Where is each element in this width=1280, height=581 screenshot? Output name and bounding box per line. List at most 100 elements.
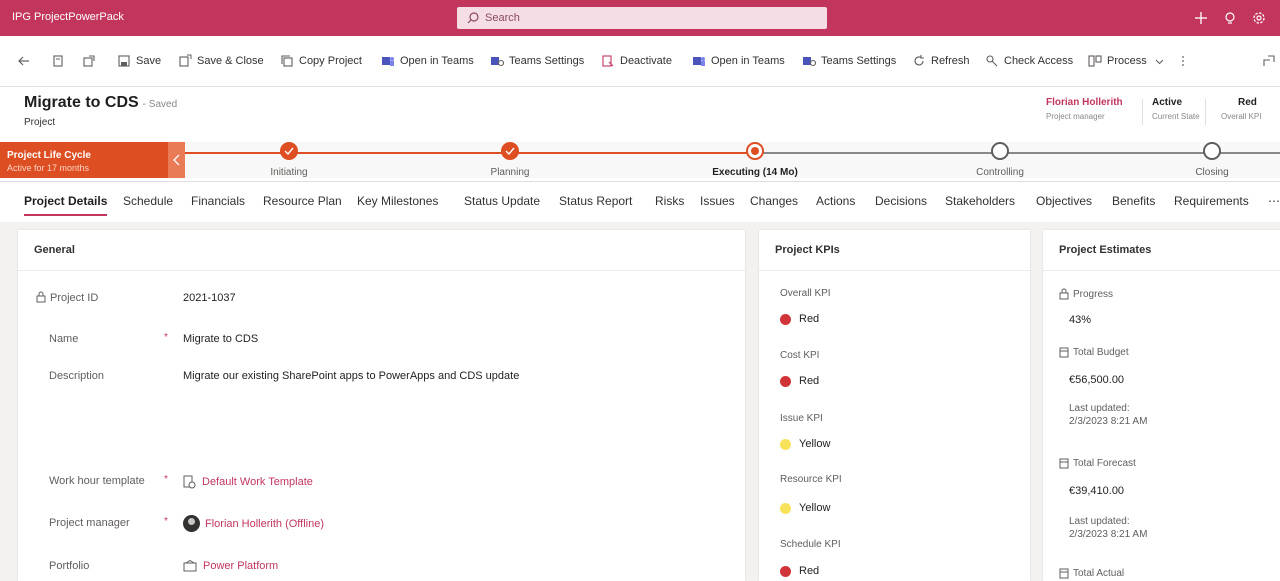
save-status: - Saved xyxy=(142,99,178,110)
process-button[interactable]: Process xyxy=(1088,51,1169,71)
lock-icon xyxy=(1059,288,1069,300)
refresh-icon xyxy=(914,55,924,66)
tab-requirements[interactable]: Requirements xyxy=(1174,194,1249,208)
check-access-button[interactable]: Check Access xyxy=(985,51,1073,71)
description-input[interactable]: Migrate our existing SharePoint apps to … xyxy=(183,370,519,382)
settings-gear-icon[interactable] xyxy=(1251,10,1267,26)
copy-project-label: Copy Project xyxy=(299,55,362,67)
header-overall-kpi: Red Overall KPI xyxy=(1221,97,1261,121)
issue-kpi-value: Yellow xyxy=(780,438,830,450)
chevron-left-icon xyxy=(173,154,180,166)
status-dot-yellow xyxy=(780,502,791,514)
form-icon xyxy=(53,55,63,67)
refresh-button[interactable]: Refresh xyxy=(912,51,970,71)
active-stage-dot xyxy=(751,147,759,155)
tab-stakeholders[interactable]: Stakeholders xyxy=(945,194,1015,208)
stage-node-planning[interactable] xyxy=(501,142,519,160)
work-hour-value[interactable]: Default Work Template xyxy=(202,476,313,488)
record-title-text: Migrate to CDS xyxy=(24,94,139,111)
tab-benefits[interactable]: Benefits xyxy=(1112,194,1155,208)
lightbulb-icon[interactable] xyxy=(1222,10,1238,26)
tab-objectives[interactable]: Objectives xyxy=(1036,194,1092,208)
tab-schedule[interactable]: Schedule xyxy=(123,194,173,208)
more-tabs-button[interactable]: ⋯ xyxy=(1268,194,1280,208)
stage-node-initiating[interactable] xyxy=(280,142,298,160)
open-new-window-button[interactable] xyxy=(82,51,96,71)
resource-kpi-value: Yellow xyxy=(780,502,830,514)
project-manager-lookup[interactable]: Florian Hollerith (Offline) xyxy=(183,515,324,532)
name-input[interactable]: Migrate to CDS xyxy=(183,333,258,345)
portfolio-icon xyxy=(183,560,197,572)
tab-actions[interactable]: Actions xyxy=(816,194,855,208)
status-dot-red xyxy=(780,313,791,325)
work-hour-lookup[interactable]: Default Work Template xyxy=(183,475,313,489)
portfolio-lookup[interactable]: Power Platform xyxy=(183,560,278,572)
status-dot-red xyxy=(780,565,791,577)
completed-progress-line xyxy=(185,152,755,154)
header-pm-value[interactable]: Florian Hollerith xyxy=(1046,97,1123,108)
overall-kpi-text: Red xyxy=(799,313,820,325)
tab-changes[interactable]: Changes xyxy=(750,194,798,208)
form-view-button[interactable] xyxy=(51,51,65,71)
copy-project-button[interactable]: Copy Project xyxy=(280,51,362,71)
issue-kpi-label: Issue KPI xyxy=(780,413,823,424)
tab-risks[interactable]: Risks xyxy=(655,194,684,208)
tab-status-update[interactable]: Status Update xyxy=(464,194,540,208)
tab-project-details[interactable]: Project Details xyxy=(24,194,108,216)
tab-key-milestones[interactable]: Key Milestones xyxy=(357,194,438,208)
app-name[interactable]: IPG ProjectPowerPack xyxy=(12,11,124,23)
portfolio-value[interactable]: Power Platform xyxy=(203,560,278,572)
project-manager-value[interactable]: Florian Hollerith (Offline) xyxy=(205,518,324,530)
stage-label-planning[interactable]: Planning xyxy=(491,167,530,178)
issue-kpi-text: Yellow xyxy=(799,438,831,450)
teams-settings-button-2[interactable]: Teams Settings xyxy=(802,51,896,71)
section-divider xyxy=(18,270,745,271)
calculator-icon xyxy=(1059,568,1069,579)
copy-icon xyxy=(281,55,293,67)
tab-issues[interactable]: Issues xyxy=(700,194,735,208)
avatar xyxy=(183,515,200,532)
stage-label-executing[interactable]: Executing (14 Mo) xyxy=(712,167,798,178)
process-stage-track: Initiating Planning Executing (14 Mo) Co… xyxy=(185,142,1280,178)
app-header-bar: IPG ProjectPowerPack Search xyxy=(0,0,1280,36)
stage-label-closing[interactable]: Closing xyxy=(1195,167,1228,178)
stage-label-controlling[interactable]: Controlling xyxy=(976,167,1024,178)
new-window-icon xyxy=(83,55,95,67)
stage-node-closing[interactable] xyxy=(1203,142,1221,160)
cost-kpi-label: Cost KPI xyxy=(780,350,820,361)
open-in-teams-button-2[interactable]: Open in Teams xyxy=(692,51,785,71)
tab-status-report[interactable]: Status Report xyxy=(559,194,632,208)
teams-settings-button[interactable]: Teams Settings xyxy=(490,51,584,71)
open-in-teams-label: Open in Teams xyxy=(400,55,474,67)
resource-kpi-label: Resource KPI xyxy=(780,474,842,485)
share-button[interactable] xyxy=(1262,51,1276,71)
template-record-icon xyxy=(183,475,196,489)
stage-label-initiating[interactable]: Initiating xyxy=(270,167,307,178)
more-commands-button[interactable] xyxy=(1176,51,1190,71)
chevron-down-icon xyxy=(1155,59,1164,64)
deactivate-button[interactable]: Deactivate xyxy=(601,51,672,71)
header-project-manager[interactable]: Florian Hollerith Project manager xyxy=(1046,97,1123,121)
process-badge[interactable]: Project Life Cycle Active for 17 months xyxy=(0,142,185,178)
save-close-button[interactable]: Save & Close xyxy=(178,51,264,71)
resource-kpi-text: Yellow xyxy=(799,502,831,514)
back-button[interactable] xyxy=(17,51,31,71)
teams-icon xyxy=(382,57,394,66)
save-close-label: Save & Close xyxy=(197,55,264,67)
project-manager-label: Project manager xyxy=(49,517,130,529)
estimates-section-title: Project Estimates xyxy=(1059,244,1152,256)
search-box[interactable]: Search xyxy=(457,7,827,29)
stage-node-controlling[interactable] xyxy=(991,142,1009,160)
budget-updated-label: Last updated: xyxy=(1069,403,1130,414)
tab-resource-plan[interactable]: Resource Plan xyxy=(263,194,342,208)
tab-decisions[interactable]: Decisions xyxy=(875,194,927,208)
checkmark-icon xyxy=(505,147,515,156)
plus-icon[interactable] xyxy=(1193,10,1209,26)
tab-financials[interactable]: Financials xyxy=(191,194,245,208)
save-button[interactable]: Save xyxy=(117,51,161,71)
deactivate-icon xyxy=(602,55,614,67)
progress-label-text: Progress xyxy=(1073,288,1114,300)
stage-node-executing[interactable] xyxy=(746,142,764,160)
process-collapse-button[interactable] xyxy=(168,142,185,178)
open-in-teams-button[interactable]: Open in Teams xyxy=(381,51,474,71)
